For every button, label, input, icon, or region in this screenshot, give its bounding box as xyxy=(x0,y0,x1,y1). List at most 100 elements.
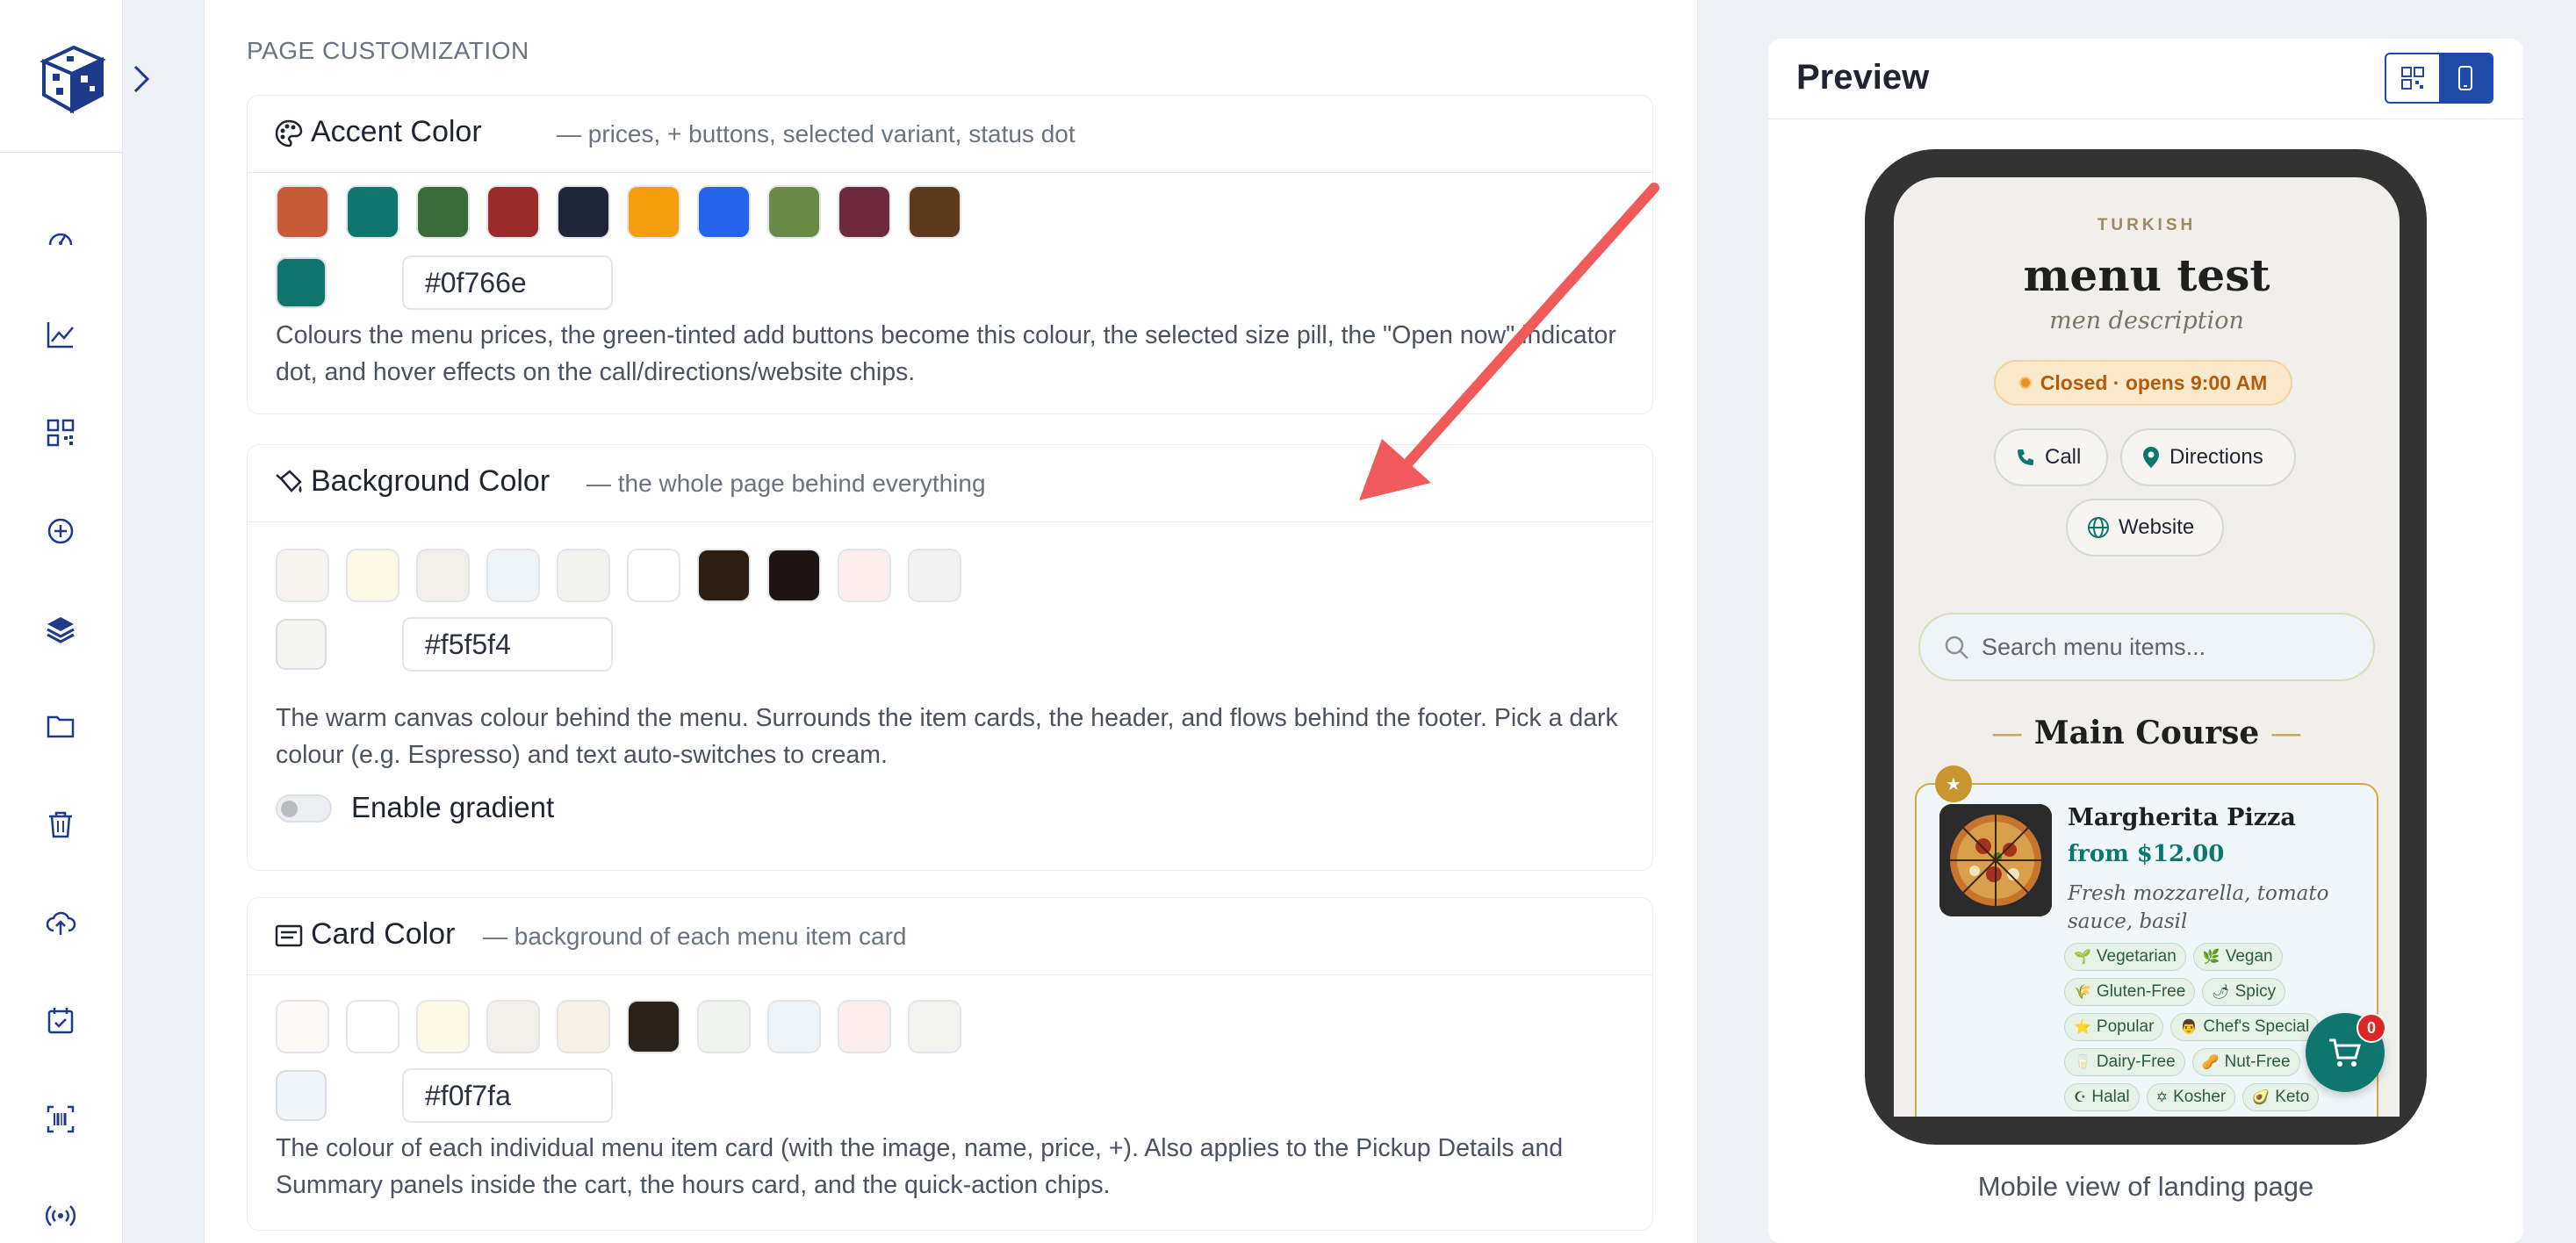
background-hex-input[interactable] xyxy=(402,617,613,672)
tag-icon: ☪ xyxy=(2074,1090,2087,1105)
tag-label: Nut-Free xyxy=(2224,1053,2291,1071)
tag-label: Gluten-Free xyxy=(2096,982,2186,1001)
tag-icon: 🥛 xyxy=(2074,1055,2091,1070)
palette-icon xyxy=(275,119,303,147)
tag-icon: ✡ xyxy=(2155,1090,2169,1105)
background-swatch-10[interactable] xyxy=(908,549,961,602)
dietary-tag: 🥑 Keto xyxy=(2242,1083,2320,1111)
featured-star-icon: ★ xyxy=(1935,765,1972,802)
menu-section-title: Main Course xyxy=(2033,715,2260,751)
accent-swatch-2[interactable] xyxy=(346,185,399,239)
accent-hex-input[interactable] xyxy=(402,255,613,310)
card-swatch-1[interactable] xyxy=(276,1000,329,1053)
website-label: Website xyxy=(2119,515,2195,539)
item-name: Margherita Pizza xyxy=(2068,804,2296,831)
card-swatch-3[interactable] xyxy=(416,1000,470,1053)
background-color-title: Background Color xyxy=(311,464,550,498)
background-swatch-2[interactable] xyxy=(346,549,399,602)
tag-label: Vegan xyxy=(2225,947,2273,966)
heading-dash-right: — xyxy=(2270,715,2302,751)
background-description: The warm canvas colour behind the menu. … xyxy=(276,704,1618,769)
accent-swatch-row xyxy=(276,185,961,239)
dietary-tag: ✡ Kosher xyxy=(2146,1083,2236,1111)
analytics-icon[interactable] xyxy=(40,314,81,355)
accent-color-header: Accent Color — prices, + buttons, select… xyxy=(248,96,1652,173)
accent-swatch-10[interactable] xyxy=(908,185,961,239)
card-swatch-8[interactable] xyxy=(767,1000,821,1053)
menu-section-heading: — Main Course — xyxy=(1894,715,2400,751)
card-hex-input[interactable] xyxy=(402,1068,613,1123)
phone-screen: TURKISH menu test men description Closed… xyxy=(1894,177,2400,1117)
menu-search-input[interactable]: Search menu items... xyxy=(1918,613,2375,681)
annotation-arrow xyxy=(1359,183,1659,500)
card-swatch-4[interactable] xyxy=(486,1000,540,1053)
tag-label: Spicy xyxy=(2234,982,2277,1001)
call-label: Call xyxy=(2045,445,2082,469)
calendar-check-icon[interactable] xyxy=(40,1001,81,1041)
background-swatch-9[interactable] xyxy=(838,549,891,602)
preview-caption: Mobile view of landing page xyxy=(1977,1171,2314,1202)
background-swatch-6[interactable] xyxy=(627,549,680,602)
website-chip[interactable]: Website xyxy=(2066,499,2224,557)
card-swatch-2[interactable] xyxy=(346,1000,399,1053)
dietary-tag: 🌶 Spicy xyxy=(2202,978,2286,1006)
card-swatch-9[interactable] xyxy=(838,1000,891,1053)
accent-swatch-4[interactable] xyxy=(486,185,540,239)
qr-code-icon xyxy=(2401,67,2424,90)
card-swatch-6[interactable] xyxy=(627,1000,680,1053)
gradient-toggle-label: Enable gradient xyxy=(351,791,555,823)
tag-label: Halal xyxy=(2091,1088,2130,1106)
accent-swatch-9[interactable] xyxy=(838,185,891,239)
card-color-card: Card Color — background of each menu ite… xyxy=(247,897,1653,1231)
card-color-title: Card Color xyxy=(311,917,456,951)
cart-icon xyxy=(2329,1038,2361,1067)
background-swatch-8[interactable] xyxy=(767,549,821,602)
card-swatch-5[interactable] xyxy=(557,1000,610,1053)
add-circle-icon[interactable] xyxy=(40,511,81,551)
accent-swatch-5[interactable] xyxy=(557,185,610,239)
accent-swatch-7[interactable] xyxy=(697,185,751,239)
dietary-tag: 🥜 Nut-Free xyxy=(2191,1048,2300,1076)
accent-selected-swatch[interactable] xyxy=(276,257,327,308)
logo-cube-icon[interactable] xyxy=(35,40,111,116)
search-icon xyxy=(1945,636,1968,659)
item-price: from $12.00 xyxy=(2068,841,2225,867)
accent-swatch-6[interactable] xyxy=(627,185,680,239)
tag-icon: 🌱 xyxy=(2074,950,2091,965)
status-dot xyxy=(2018,377,2032,389)
background-selected-swatch[interactable] xyxy=(276,619,327,670)
tag-icon: 🌶 xyxy=(2212,985,2230,1000)
background-swatch-7[interactable] xyxy=(697,549,751,602)
layers-icon[interactable] xyxy=(40,609,81,650)
trash-icon[interactable] xyxy=(40,804,81,844)
background-swatch-4[interactable] xyxy=(486,549,540,602)
cart-count-badge: 0 xyxy=(2357,1013,2386,1043)
card-selected-swatch[interactable] xyxy=(276,1070,327,1121)
folder-icon[interactable] xyxy=(40,706,81,746)
dietary-tag: 🌿 Vegan xyxy=(2192,943,2283,971)
card-swatch-row xyxy=(276,1000,961,1053)
card-icon xyxy=(275,924,303,947)
card-swatch-10[interactable] xyxy=(908,1000,961,1053)
accent-swatch-1[interactable] xyxy=(276,185,329,239)
accent-swatch-8[interactable] xyxy=(767,185,821,239)
menu-title: menu test xyxy=(2023,249,2270,301)
qr-code-icon[interactable] xyxy=(40,413,81,453)
mobile-view-button[interactable] xyxy=(2439,54,2492,102)
expand-sidebar-chevron-icon[interactable] xyxy=(128,63,155,95)
background-swatch-5[interactable] xyxy=(557,549,610,602)
background-swatch-3[interactable] xyxy=(416,549,470,602)
cloud-upload-icon[interactable] xyxy=(40,902,81,943)
accent-swatch-3[interactable] xyxy=(416,185,470,239)
qr-view-button[interactable] xyxy=(2386,54,2439,102)
gradient-toggle[interactable] xyxy=(276,794,332,823)
dashboard-icon[interactable] xyxy=(40,218,81,258)
call-chip[interactable]: Call xyxy=(1994,428,2108,486)
background-swatch-1[interactable] xyxy=(276,549,329,602)
tag-icon: ⭐ xyxy=(2074,1020,2091,1035)
accent-color-subtitle: — prices, + buttons, selected variant, s… xyxy=(557,120,1076,147)
card-swatch-7[interactable] xyxy=(697,1000,751,1053)
broadcast-icon[interactable] xyxy=(40,1196,81,1236)
directions-chip[interactable]: Directions xyxy=(2120,428,2296,486)
barcode-icon[interactable] xyxy=(40,1099,81,1139)
